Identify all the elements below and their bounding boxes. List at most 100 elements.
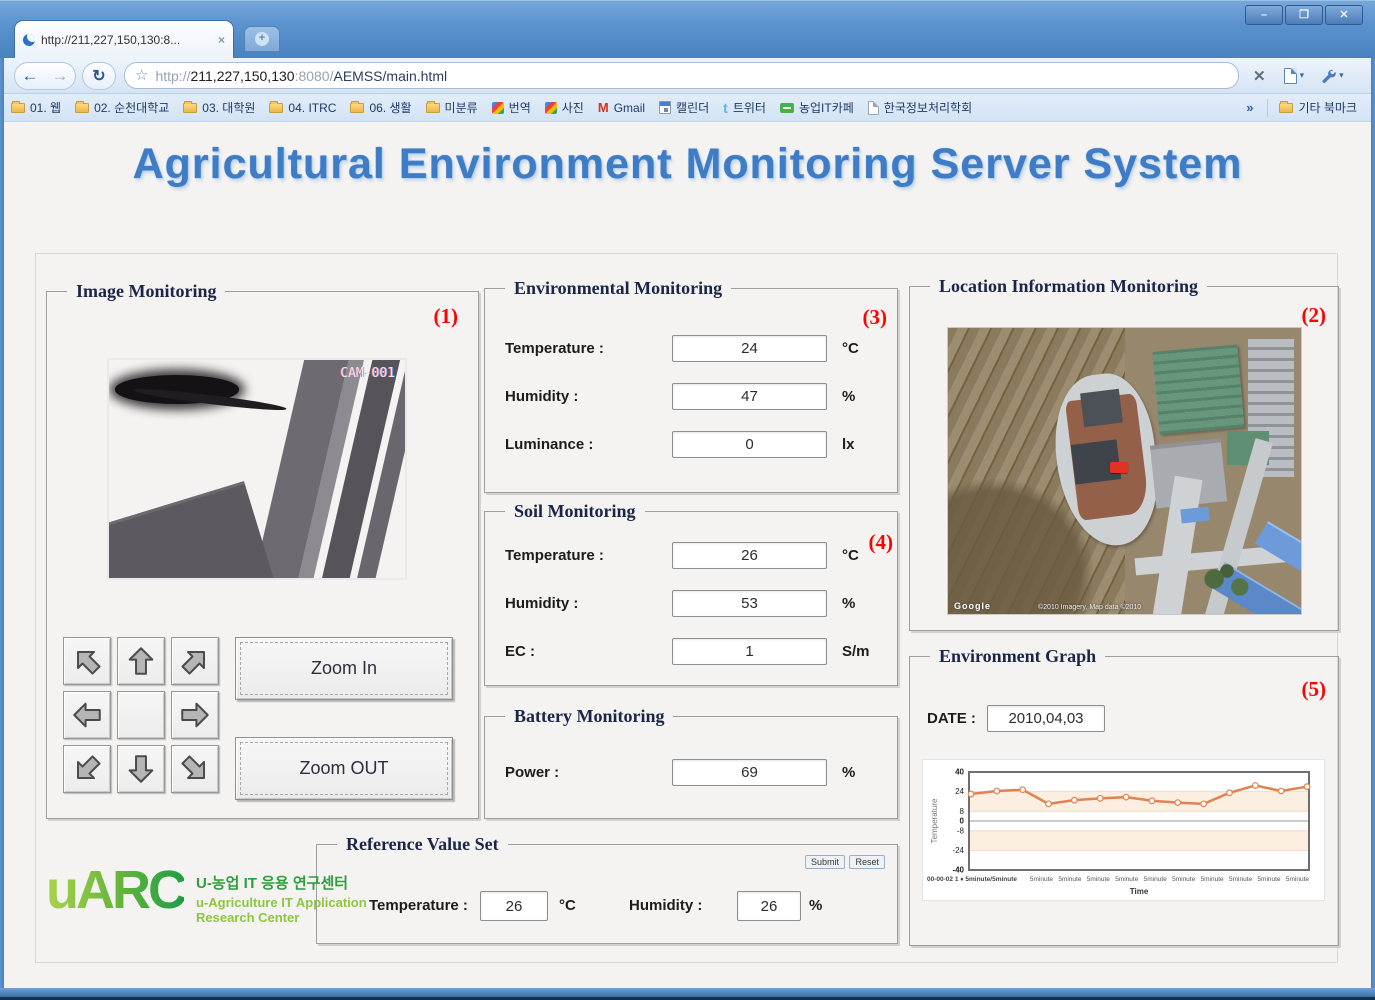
arrow-east-icon <box>178 698 212 732</box>
arrow-north-west-icon <box>63 637 111 685</box>
arrow-south-east-icon <box>171 745 219 793</box>
bookmark-item[interactable]: 사진 <box>538 99 591 116</box>
folder-icon <box>183 103 197 113</box>
map-location-marker <box>1110 462 1128 473</box>
svg-text:5minute: 5minute <box>1030 876 1054 883</box>
browser-tab[interactable]: http://211,227,150,130:8... × <box>14 20 234 59</box>
battery-power-input[interactable] <box>672 759 827 786</box>
bookmark-item[interactable]: 캘린더 <box>652 99 716 116</box>
panel-number-5: (5) <box>1302 677 1327 702</box>
zoom-out-button[interactable]: Zoom OUT <box>235 737 453 800</box>
logo-korean-line: U-농업 IT 응용 연구센터 <box>196 872 367 893</box>
environment-graph-panel: Environment Graph (5) DATE : 402480-8-24… <box>909 656 1339 946</box>
bookmark-label: 02. 순천대학교 <box>94 99 169 116</box>
bookmark-label: 04. ITRC <box>288 101 336 115</box>
bookmark-star-icon[interactable]: ☆ <box>135 68 148 83</box>
pan-north-west-button[interactable] <box>63 637 111 685</box>
bookmark-item[interactable]: 06. 생활 <box>343 99 418 116</box>
window-frame-bottom <box>0 988 1375 1000</box>
pan-south-east-button[interactable] <box>171 745 219 793</box>
reload-button[interactable]: ↻ <box>82 62 116 90</box>
panel-legend: Soil Monitoring <box>505 501 645 522</box>
ref-humidity-input[interactable] <box>737 891 801 921</box>
page-menu-button[interactable]: ▾ <box>1284 68 1305 84</box>
soil-ec-input[interactable] <box>672 638 827 665</box>
bookmark-item[interactable]: 한국정보처리학회 <box>861 99 979 116</box>
image-monitoring-panel: Image Monitoring (1) CAM-001 <box>46 291 479 819</box>
env-temperature-input[interactable] <box>672 335 827 362</box>
url-path: AEMSS/main.html <box>334 68 448 84</box>
map-building <box>1080 389 1123 428</box>
uarc-logo-caption: U-농업 IT 응용 연구센터 u-Agriculture IT Applica… <box>196 866 367 926</box>
bookmark-label: Gmail <box>614 101 645 115</box>
bookmark-item[interactable]: 농업IT카페 <box>773 99 861 116</box>
reset-button[interactable]: Reset <box>849 855 885 869</box>
zoom-in-button[interactable]: Zoom In <box>235 637 453 700</box>
new-tab-button[interactable]: + <box>244 26 280 52</box>
map-blue-roof-building <box>1180 507 1210 524</box>
svg-text:-40: -40 <box>952 866 964 875</box>
panel-legend: Image Monitoring <box>67 281 225 302</box>
bookmark-item[interactable]: 미분류 <box>419 99 485 116</box>
panel-legend: Location Information Monitoring <box>930 276 1207 297</box>
stop-icon[interactable]: ✕ <box>1253 67 1266 85</box>
twitter-icon: t <box>723 100 728 116</box>
pan-south-button[interactable] <box>117 745 165 793</box>
env-humidity-input[interactable] <box>672 383 827 410</box>
bookmark-item[interactable]: 번역 <box>485 99 538 116</box>
chevron-down-icon: ▾ <box>1339 70 1344 81</box>
bookmark-item[interactable]: 02. 순천대학교 <box>68 99 176 116</box>
pan-center-button[interactable] <box>117 691 165 739</box>
pan-north-button[interactable] <box>117 637 165 685</box>
camera-feed: CAM-001 <box>107 358 407 580</box>
forward-icon[interactable]: → <box>52 67 69 84</box>
line-chart: 402480-8-24-4000-00-02 1 ♦ 5minute/5minu… <box>923 760 1324 900</box>
page-icon <box>1284 68 1297 84</box>
bookmark-item[interactable]: 03. 대학원 <box>176 99 262 116</box>
pan-north-east-button[interactable] <box>171 637 219 685</box>
folder-icon <box>426 103 440 113</box>
bookmark-label: 캘린더 <box>676 99 709 116</box>
soil-humidity-input[interactable] <box>672 590 827 617</box>
chevron-down-icon: ▾ <box>1300 70 1305 81</box>
logo-english-line-2: Research Center <box>196 911 367 926</box>
bookmark-item[interactable]: 04. ITRC <box>262 101 343 115</box>
panel-number-2: (2) <box>1302 303 1327 328</box>
env-luminance-input[interactable] <box>672 431 827 458</box>
other-bookmarks-button[interactable]: 기타 북마크 <box>1272 99 1371 116</box>
pan-east-button[interactable] <box>171 691 219 739</box>
soil-temperature-input[interactable] <box>672 542 827 569</box>
back-icon[interactable]: ← <box>22 67 39 84</box>
logo-english-line-1: u-Agriculture IT Application <box>196 896 367 911</box>
minimize-button[interactable]: – <box>1245 5 1283 25</box>
bookmarks-overflow-icon[interactable]: » <box>1236 100 1263 115</box>
pan-west-button[interactable] <box>63 691 111 739</box>
humidity-label: Humidity : <box>505 388 578 405</box>
panel-number-3: (3) <box>863 305 888 330</box>
folder-icon <box>11 103 25 113</box>
address-bar[interactable]: ☆ http://211,227,150,130:8080/AEMSS/main… <box>124 62 1239 89</box>
tab-close-icon[interactable]: × <box>218 33 225 47</box>
close-button[interactable]: ✕ <box>1325 5 1363 25</box>
submit-button[interactable]: Submit <box>805 855 845 869</box>
svg-text:5minute: 5minute <box>1087 876 1111 883</box>
ref-temperature-input[interactable] <box>480 891 548 921</box>
bookmark-item[interactable]: 01. 웹 <box>4 99 68 116</box>
panel-legend: Reference Value Set <box>337 834 508 855</box>
google-translate-icon <box>492 102 504 114</box>
divider <box>1267 99 1268 117</box>
bookmark-item[interactable]: MGmail <box>591 100 652 115</box>
date-input[interactable] <box>987 705 1105 732</box>
bookmarks-bar: 01. 웹 02. 순천대학교 03. 대학원 04. ITRC 06. 생활 … <box>4 94 1371 122</box>
map-copyright: ©2010 Imagery, Map data ©2010 <box>1038 604 1141 611</box>
bookmark-label: 01. 웹 <box>30 99 61 116</box>
satellite-map[interactable]: Google ©2010 Imagery, Map data ©2010 <box>947 327 1302 615</box>
pan-south-west-button[interactable] <box>63 745 111 793</box>
bookmark-label: 03. 대학원 <box>202 99 255 116</box>
soil-humidity-unit: % <box>842 595 855 612</box>
wrench-menu-button[interactable]: ▾ <box>1320 68 1344 84</box>
svg-text:24: 24 <box>955 787 964 796</box>
url-port: :8080/ <box>295 68 334 84</box>
maximize-button[interactable]: ❐ <box>1285 5 1323 25</box>
bookmark-item[interactable]: t트위터 <box>716 99 773 116</box>
